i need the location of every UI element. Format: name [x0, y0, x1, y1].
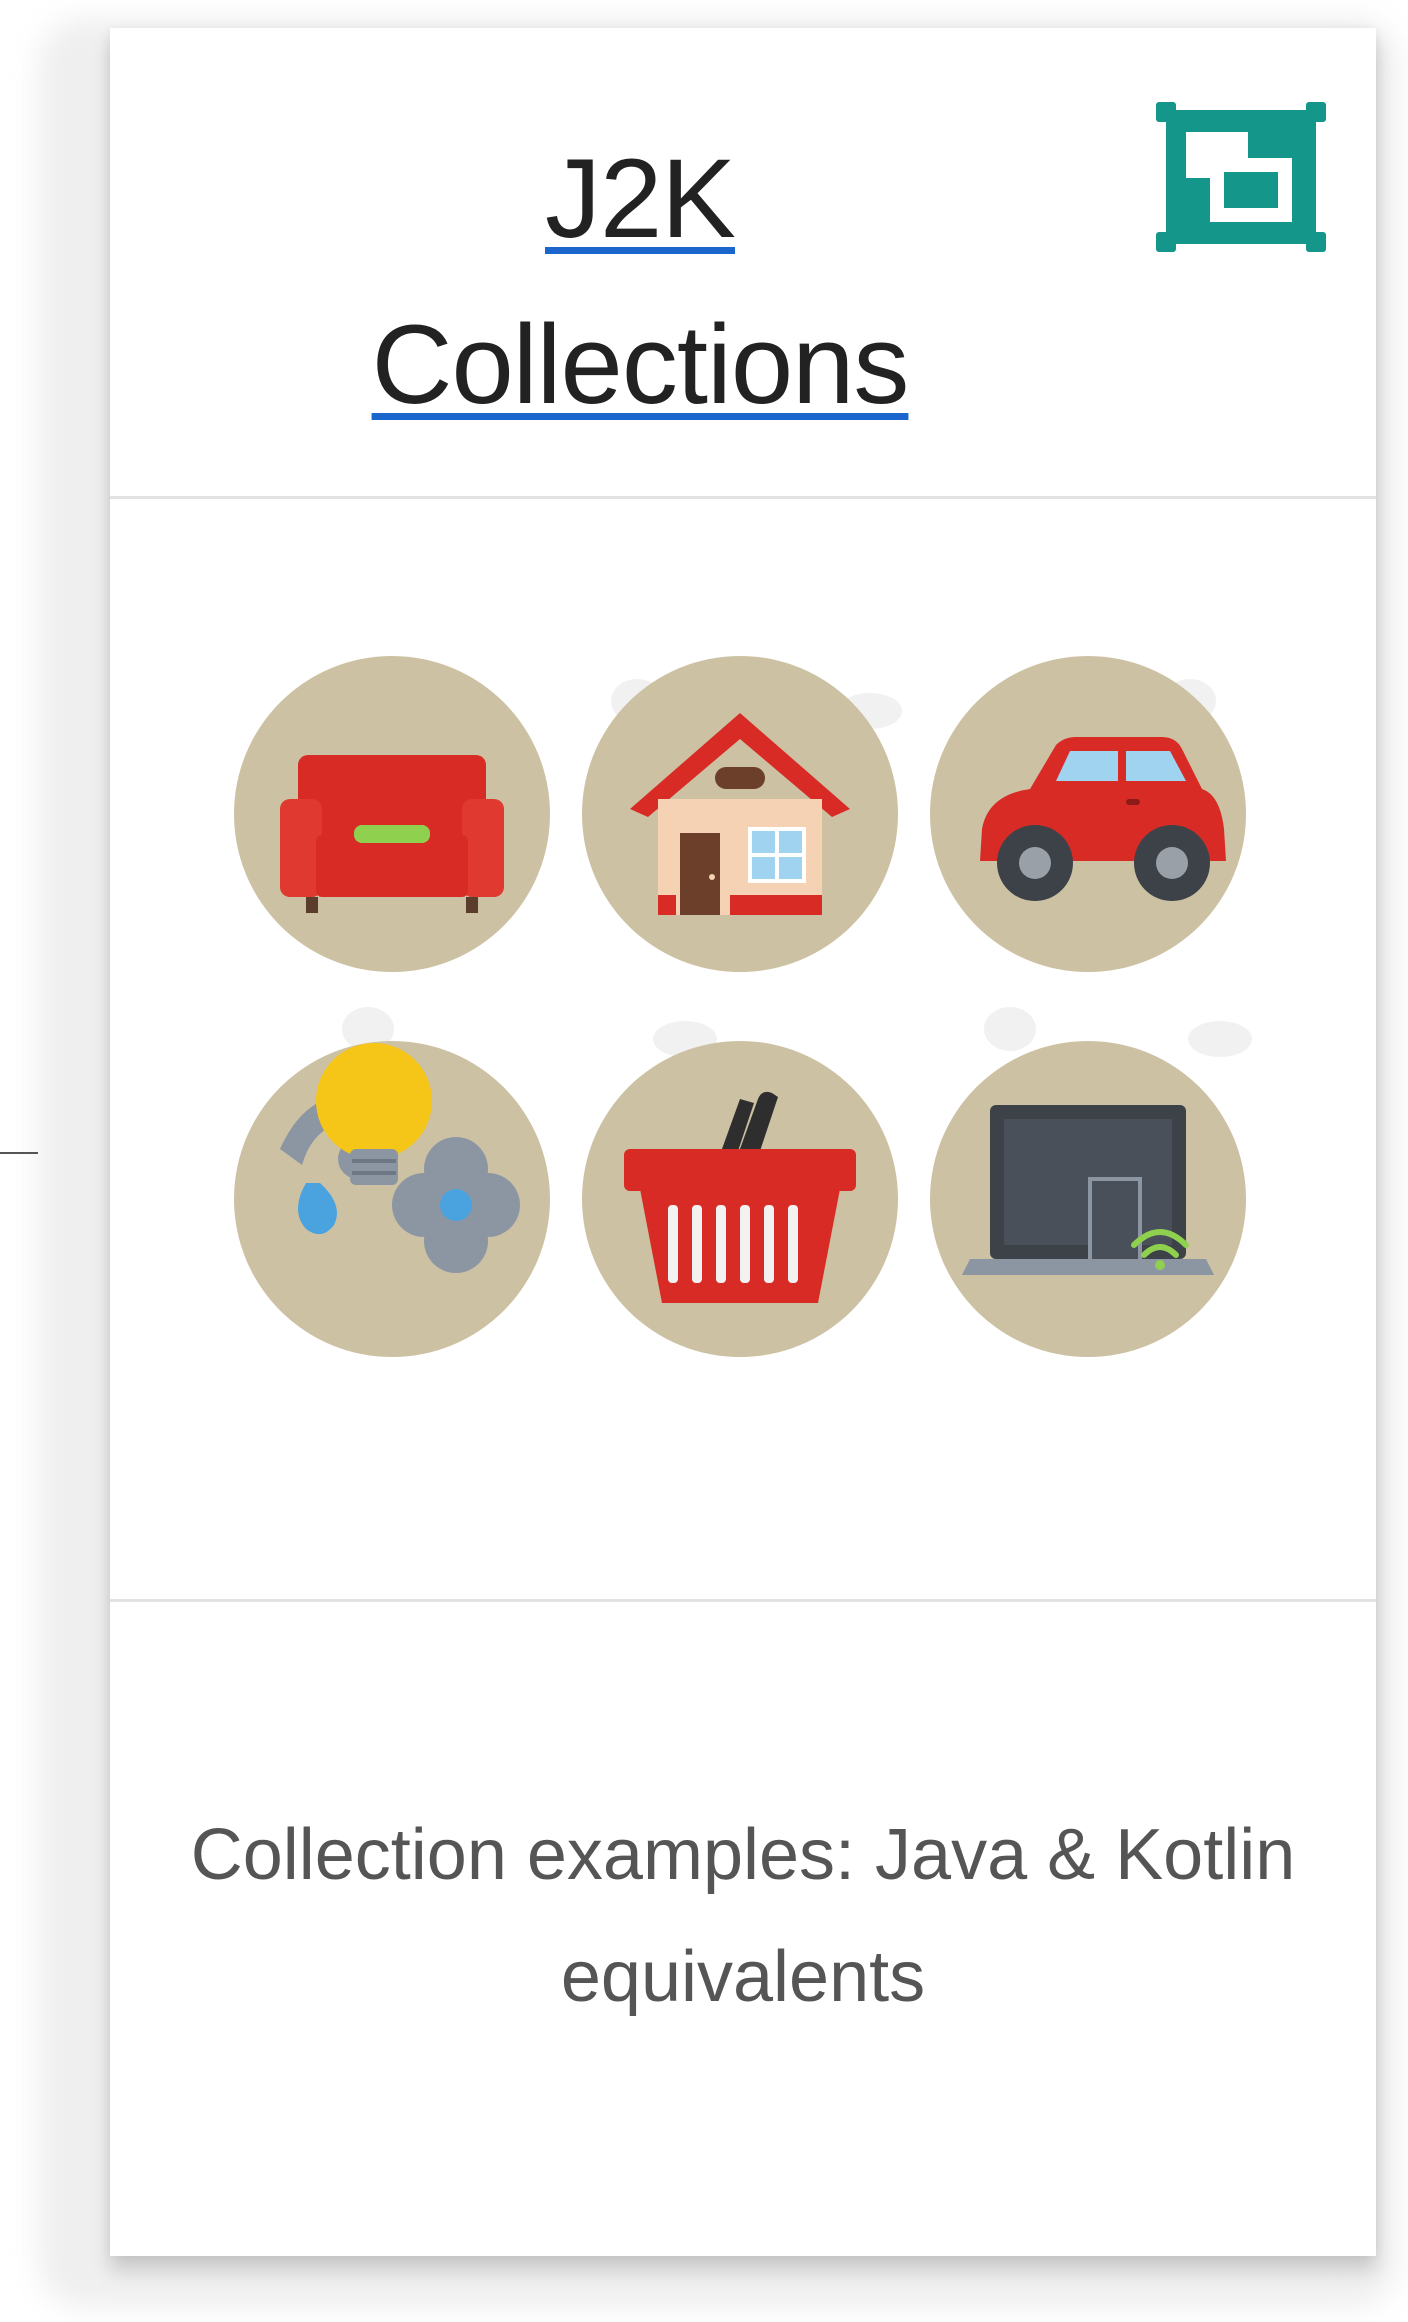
shopping-basket-icon — [582, 1041, 898, 1357]
utilities-icon — [234, 1041, 550, 1357]
card-footer: Collection examples: Java & Kotlin equiv… — [110, 1602, 1376, 2256]
card-description: Collection examples: Java & Kotlin equiv… — [190, 1815, 1296, 2017]
card-title-line2[interactable]: Collections — [372, 302, 910, 427]
card-title-line1[interactable]: J2K — [545, 136, 736, 261]
divider-line — [0, 1152, 38, 1154]
laptop-wifi-icon — [930, 1041, 1246, 1357]
sofa-icon — [234, 656, 550, 972]
expand-window-icon — [1156, 102, 1326, 252]
card-title[interactable]: J2K Collections — [170, 116, 1110, 448]
page-canvas: J2K Collections Collection examples: Jav… — [0, 0, 1408, 2322]
card-image[interactable] — [110, 499, 1376, 1602]
card-header: J2K Collections — [110, 28, 1376, 499]
collection-card: J2K Collections Collection examples: Jav… — [110, 28, 1376, 2256]
car-icon — [930, 656, 1246, 972]
house-icon — [582, 656, 898, 972]
expand-button[interactable] — [1156, 102, 1326, 252]
collections-illustration — [234, 656, 1252, 1357]
